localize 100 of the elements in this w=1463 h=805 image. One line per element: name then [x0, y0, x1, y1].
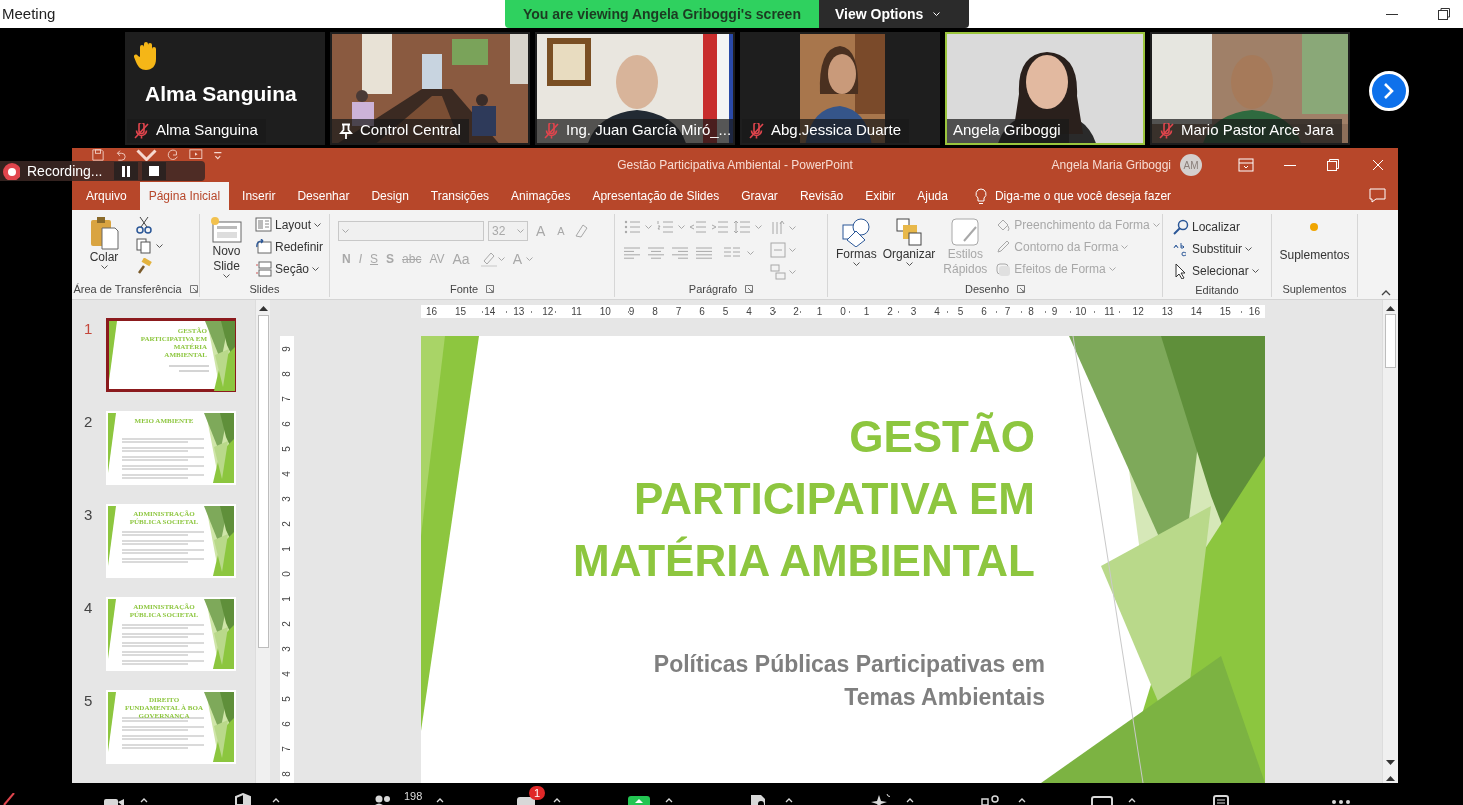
- ribbon-tab[interactable]: Gravar: [732, 182, 787, 210]
- ruler-number: 8: [652, 306, 658, 317]
- ribbon-tab[interactable]: Página Inicial: [139, 182, 230, 210]
- ribbon-tab[interactable]: Inserir: [233, 182, 285, 210]
- ruler-number: 3: [282, 496, 292, 502]
- dialog-launcher-icon[interactable]: [1017, 285, 1025, 293]
- caret-up-icon[interactable]: [436, 797, 445, 803]
- ribbon-tab[interactable]: Design: [362, 182, 418, 210]
- replace-icon: [1173, 241, 1189, 257]
- scroll-up-icon[interactable]: [1386, 305, 1395, 311]
- ruler-number: 0: [840, 306, 846, 317]
- view-options-button[interactable]: View Options: [818, 0, 969, 28]
- customize-icon[interactable]: [212, 149, 223, 161]
- video-tile[interactable]: Alma Sanguina Alma Sanguina: [125, 32, 325, 145]
- arrange-button[interactable]: Organizar: [880, 214, 938, 281]
- slide[interactable]: GESTÃO PARTICIPATIVA EM MATÉRIA AMBIENTAL Políticas Públicas Participativas em Temas Ambientais: [421, 336, 1265, 783]
- ruler-number: 2: [282, 521, 292, 527]
- comment-icon[interactable]: [1369, 188, 1386, 203]
- ruler-number: 11: [571, 306, 582, 317]
- caret-icon: [905, 262, 913, 266]
- shapes-button[interactable]: Formas: [834, 214, 879, 281]
- tell-me-field[interactable]: Diga-me o que você deseja fazer: [994, 187, 1172, 205]
- ribbon-tab[interactable]: Exibir: [856, 182, 905, 210]
- ribbon-tab[interactable]: Revisão: [790, 182, 853, 210]
- muted-mic-icon: [1158, 122, 1175, 140]
- dialog-launcher-icon[interactable]: [189, 285, 198, 293]
- video-tile[interactable]: Abg.Jessica Duarte: [740, 32, 940, 145]
- stop-button[interactable]: [142, 162, 167, 180]
- ruler-number: 0: [282, 571, 292, 577]
- group-label: Fonte: [449, 281, 479, 297]
- ribbon-display-icon[interactable]: [1238, 158, 1254, 172]
- caret-icon: [645, 225, 652, 229]
- redo-icon[interactable]: [167, 149, 179, 161]
- ruler-number: 3: [769, 306, 776, 317]
- ribbon-tab[interactable]: Apresentação de Slides: [583, 182, 729, 210]
- ruler-number: 7: [282, 396, 292, 402]
- layout-button[interactable]: Layout: [252, 214, 325, 236]
- search-icon: [1173, 219, 1189, 235]
- new-slide-button[interactable]: Novo Slide: [204, 214, 249, 281]
- video-tile[interactable]: Control Central: [330, 32, 530, 145]
- scroll-up-icon[interactable]: [258, 305, 268, 311]
- copy-icon[interactable]: [136, 238, 152, 254]
- pause-button[interactable]: [114, 162, 139, 180]
- scroll-down-icon[interactable]: [1386, 760, 1395, 766]
- slide-number: 5: [84, 691, 94, 711]
- caret-up-icon[interactable]: [272, 797, 280, 803]
- ribbon-tab[interactable]: Arquivo: [77, 182, 136, 210]
- scrollbar-thumb[interactable]: [1385, 314, 1396, 368]
- present-icon[interactable]: [189, 149, 203, 161]
- ruler-number: 8: [282, 771, 292, 777]
- caret-up-icon[interactable]: [1128, 797, 1136, 803]
- scrollbar-thumb[interactable]: [257, 315, 269, 648]
- reset-button[interactable]: Redefinir: [252, 236, 325, 258]
- caret-up-icon[interactable]: [140, 797, 148, 803]
- group-label: Área de Transferência: [73, 281, 182, 297]
- video-tile[interactable]: Ing. Juan García Miró_...: [535, 32, 735, 145]
- section-icon: [254, 261, 272, 277]
- restore-icon[interactable]: [1437, 7, 1451, 21]
- pin-icon: [338, 122, 354, 140]
- group-label: Slides: [249, 281, 280, 297]
- ribbon-tab[interactable]: Transições: [421, 182, 499, 210]
- find-button[interactable]: Localizar: [1171, 216, 1271, 238]
- format-painter-icon[interactable]: [136, 258, 152, 274]
- ruler-number: 15: [1219, 306, 1231, 317]
- ribbon-tab[interactable]: Ajuda: [908, 182, 957, 210]
- ruler-number: 4: [282, 471, 292, 477]
- next-page-button[interactable]: [1369, 71, 1409, 111]
- add-ins-button[interactable]: Suplementos: [1277, 214, 1352, 281]
- caret-icon: [312, 267, 319, 271]
- group-label: Editando: [1195, 282, 1239, 298]
- select-button[interactable]: Selecionar: [1171, 260, 1271, 282]
- caret-up-icon[interactable]: [906, 797, 914, 803]
- ribbon-tab[interactable]: Desenhar: [288, 182, 359, 210]
- dialog-launcher-icon[interactable]: [486, 285, 495, 293]
- ruler-number: 1: [282, 596, 292, 602]
- paste-button[interactable]: Colar: [76, 214, 132, 281]
- collapse-ribbon-icon[interactable]: [1381, 290, 1391, 296]
- replace-button[interactable]: Substituir: [1171, 238, 1271, 260]
- caret-up-icon[interactable]: [1018, 797, 1026, 803]
- share-screen-icon[interactable]: [627, 793, 651, 805]
- ruler-number: 13: [1161, 306, 1173, 317]
- ruler-number: 9: [1051, 306, 1058, 317]
- section-button[interactable]: Seção: [252, 258, 325, 280]
- whiteboard-icon[interactable]: [1090, 793, 1114, 805]
- undo-icon[interactable]: [114, 149, 126, 161]
- video-tile[interactable]: Angela Griboggi: [945, 32, 1145, 145]
- ruler-number: 5: [722, 306, 729, 317]
- user-name: Angela Maria Griboggi: [1051, 157, 1171, 174]
- slide-title: GESTÃO PARTICIPATIVA EM MATÉRIA AMBIENTAL: [573, 411, 1035, 587]
- caret-up-icon[interactable]: [785, 797, 793, 803]
- caret-up-icon[interactable]: [553, 797, 561, 803]
- cut-icon[interactable]: [136, 216, 152, 234]
- caret-icon: [1245, 247, 1253, 251]
- caret-up-icon[interactable]: [665, 797, 673, 803]
- previous-slide-icon[interactable]: [1386, 775, 1395, 781]
- save-icon[interactable]: [92, 149, 104, 161]
- ribbon-tab[interactable]: Animações: [502, 182, 580, 210]
- ruler-number: 10: [599, 306, 611, 317]
- video-tile[interactable]: Mario Pastor Arce Jara: [1150, 32, 1350, 145]
- close-icon[interactable]: [1372, 159, 1384, 171]
